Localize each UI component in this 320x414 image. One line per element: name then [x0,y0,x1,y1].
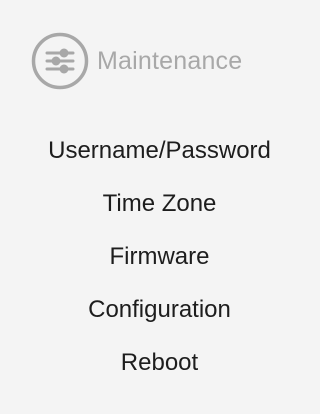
menu-item-configuration[interactable]: Configuration [0,283,319,336]
maintenance-section-header[interactable]: Maintenance [31,27,242,95]
menu-item-firmware[interactable]: Firmware [0,230,319,283]
menu-item-reboot[interactable]: Reboot [0,336,319,389]
menu-item-username-password[interactable]: Username/Password [0,124,319,177]
maintenance-panel: Maintenance Username/Password Time Zone … [0,0,319,414]
section-title: Maintenance [97,46,243,75]
sliders-icon [31,32,89,90]
menu-item-time-zone[interactable]: Time Zone [0,177,319,230]
maintenance-menu: Username/Password Time Zone Firmware Con… [0,124,319,389]
